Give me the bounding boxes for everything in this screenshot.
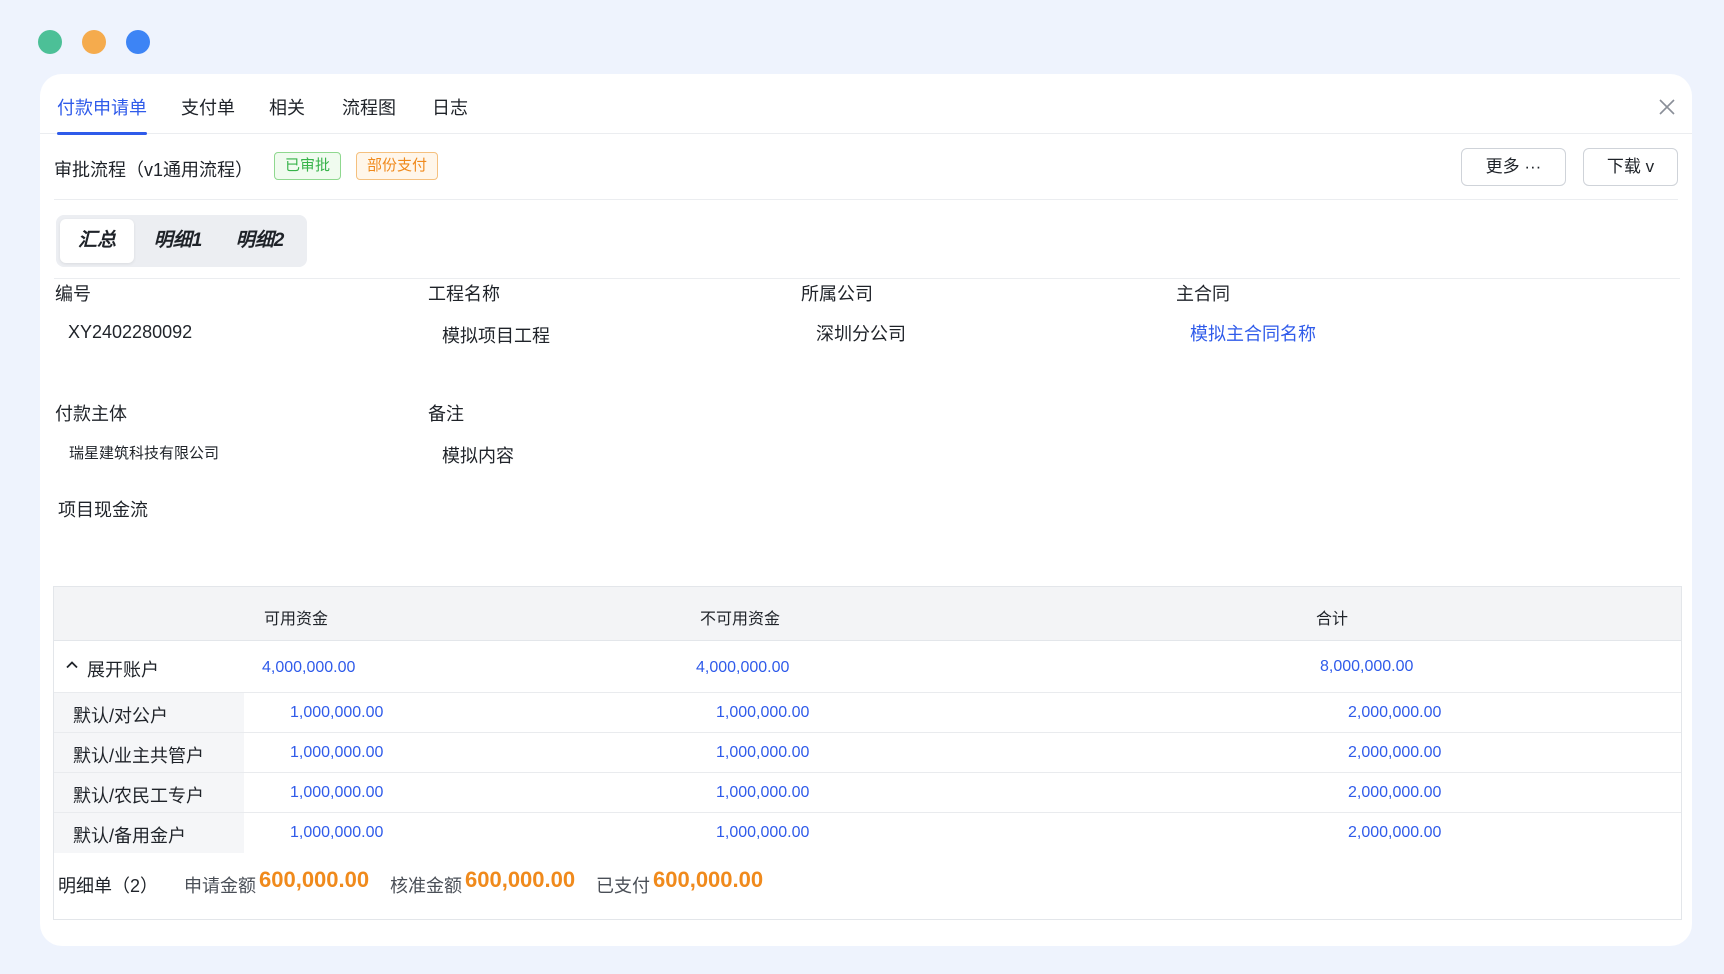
account-available: 1,000,000.00 <box>290 704 384 721</box>
tab-related[interactable]: 相关 <box>269 94 305 134</box>
account-available: 1,000,000.00 <box>290 824 384 841</box>
view-switcher: 汇总 明细1 明细2 <box>56 215 307 267</box>
paid-amount-label: 已支付 <box>596 876 650 896</box>
table-row-group[interactable]: 展开账户 4,000,000.00 4,000,000.00 8,000,000… <box>54 641 1681 693</box>
field-label-number: 编号 <box>55 284 91 304</box>
account-unavailable: 1,000,000.00 <box>716 784 810 801</box>
close-icon[interactable] <box>1656 96 1678 118</box>
account-available: 1,000,000.00 <box>290 784 384 801</box>
approval-flow-title: 审批流程（v1通用流程） <box>54 160 254 180</box>
tab-payment-order[interactable]: 支付单 <box>181 94 235 134</box>
maximize-window-dot[interactable] <box>126 30 150 54</box>
window-controls <box>38 30 150 54</box>
tab-payment-request[interactable]: 付款申请单 <box>57 94 147 135</box>
tab-log[interactable]: 日志 <box>432 94 468 134</box>
status-badge-approved: 已审批 <box>274 152 342 180</box>
column-header-unavailable: 不可用资金 <box>700 611 781 628</box>
group-total: 8,000,000.00 <box>1320 658 1414 675</box>
field-value-payer: 瑞星建筑科技有限公司 <box>69 445 220 462</box>
account-unavailable: 1,000,000.00 <box>716 704 810 721</box>
account-name: 默认/农民工专户 <box>73 786 205 806</box>
chevron-up-icon[interactable] <box>65 658 79 672</box>
approval-bar: 审批流程（v1通用流程） 已审批 部份支付 更多 ··· 下载 v <box>54 134 1678 200</box>
account-total: 2,000,000.00 <box>1348 744 1442 761</box>
table-header: 可用资金 不可用资金 合计 <box>54 587 1681 641</box>
column-header-total: 合计 <box>1316 611 1349 628</box>
field-value-company: 深圳分公司 <box>816 324 906 344</box>
field-label-company: 所属公司 <box>801 284 873 304</box>
detail-list-title: 明细单（2） <box>58 876 159 896</box>
account-unavailable: 1,000,000.00 <box>716 824 810 841</box>
cashflow-section-title: 项目现金流 <box>58 500 148 520</box>
account-available: 1,000,000.00 <box>290 744 384 761</box>
segment-detail-2[interactable]: 明细2 <box>220 219 300 263</box>
account-total: 2,000,000.00 <box>1348 704 1442 721</box>
approved-amount-value: 600,000.00 <box>465 867 576 892</box>
tab-flowchart[interactable]: 流程图 <box>342 94 396 134</box>
group-unavailable: 4,000,000.00 <box>696 659 790 676</box>
status-badge-partial-paid: 部份支付 <box>356 152 439 180</box>
field-label-project: 工程名称 <box>428 284 500 304</box>
field-label-contract: 主合同 <box>1176 284 1230 304</box>
account-name: 默认/业主共管户 <box>73 746 205 766</box>
payment-request-window: 付款申请单 支付单 相关 流程图 日志 审批流程（v1通用流程） 已审批 部份支… <box>40 74 1692 946</box>
account-name: 默认/备用金户 <box>73 826 187 846</box>
field-value-remark: 模拟内容 <box>442 446 514 466</box>
contract-link[interactable]: 模拟主合同名称 <box>1190 320 1316 346</box>
table-row: 默认/备用金户 1,000,000.00 1,000,000.00 2,000,… <box>54 813 1681 853</box>
close-window-dot[interactable] <box>38 30 62 54</box>
more-button[interactable]: 更多 ··· <box>1461 148 1566 186</box>
account-unavailable: 1,000,000.00 <box>716 744 810 761</box>
table-row: 默认/对公户 1,000,000.00 1,000,000.00 2,000,0… <box>54 693 1681 733</box>
paid-amount-value: 600,000.00 <box>653 867 764 892</box>
tab-bar: 付款申请单 支付单 相关 流程图 日志 <box>40 74 1692 135</box>
field-value-project: 模拟项目工程 <box>442 326 550 346</box>
apply-amount-value: 600,000.00 <box>259 867 370 892</box>
apply-amount-label: 申请金额 <box>184 876 256 896</box>
account-total: 2,000,000.00 <box>1348 784 1442 801</box>
minimize-window-dot[interactable] <box>82 30 106 54</box>
field-label-remark: 备注 <box>428 404 464 424</box>
segment-detail-1[interactable]: 明细1 <box>142 219 214 263</box>
table-row: 默认/业主共管户 1,000,000.00 1,000,000.00 2,000… <box>54 733 1681 773</box>
approved-amount-label: 核准金额 <box>390 876 462 896</box>
field-value-number: XY2402280092 <box>68 322 193 342</box>
group-label: 展开账户 <box>87 660 159 680</box>
divider <box>54 278 1680 279</box>
column-header-available: 可用资金 <box>264 611 329 628</box>
account-name: 默认/对公户 <box>73 706 169 726</box>
table-row: 默认/农民工专户 1,000,000.00 1,000,000.00 2,000… <box>54 773 1681 813</box>
segment-summary[interactable]: 汇总 <box>60 219 134 263</box>
download-button[interactable]: 下载 v <box>1583 148 1678 186</box>
group-available: 4,000,000.00 <box>262 659 356 676</box>
account-total: 2,000,000.00 <box>1348 824 1442 841</box>
field-label-payer: 付款主体 <box>55 404 127 424</box>
